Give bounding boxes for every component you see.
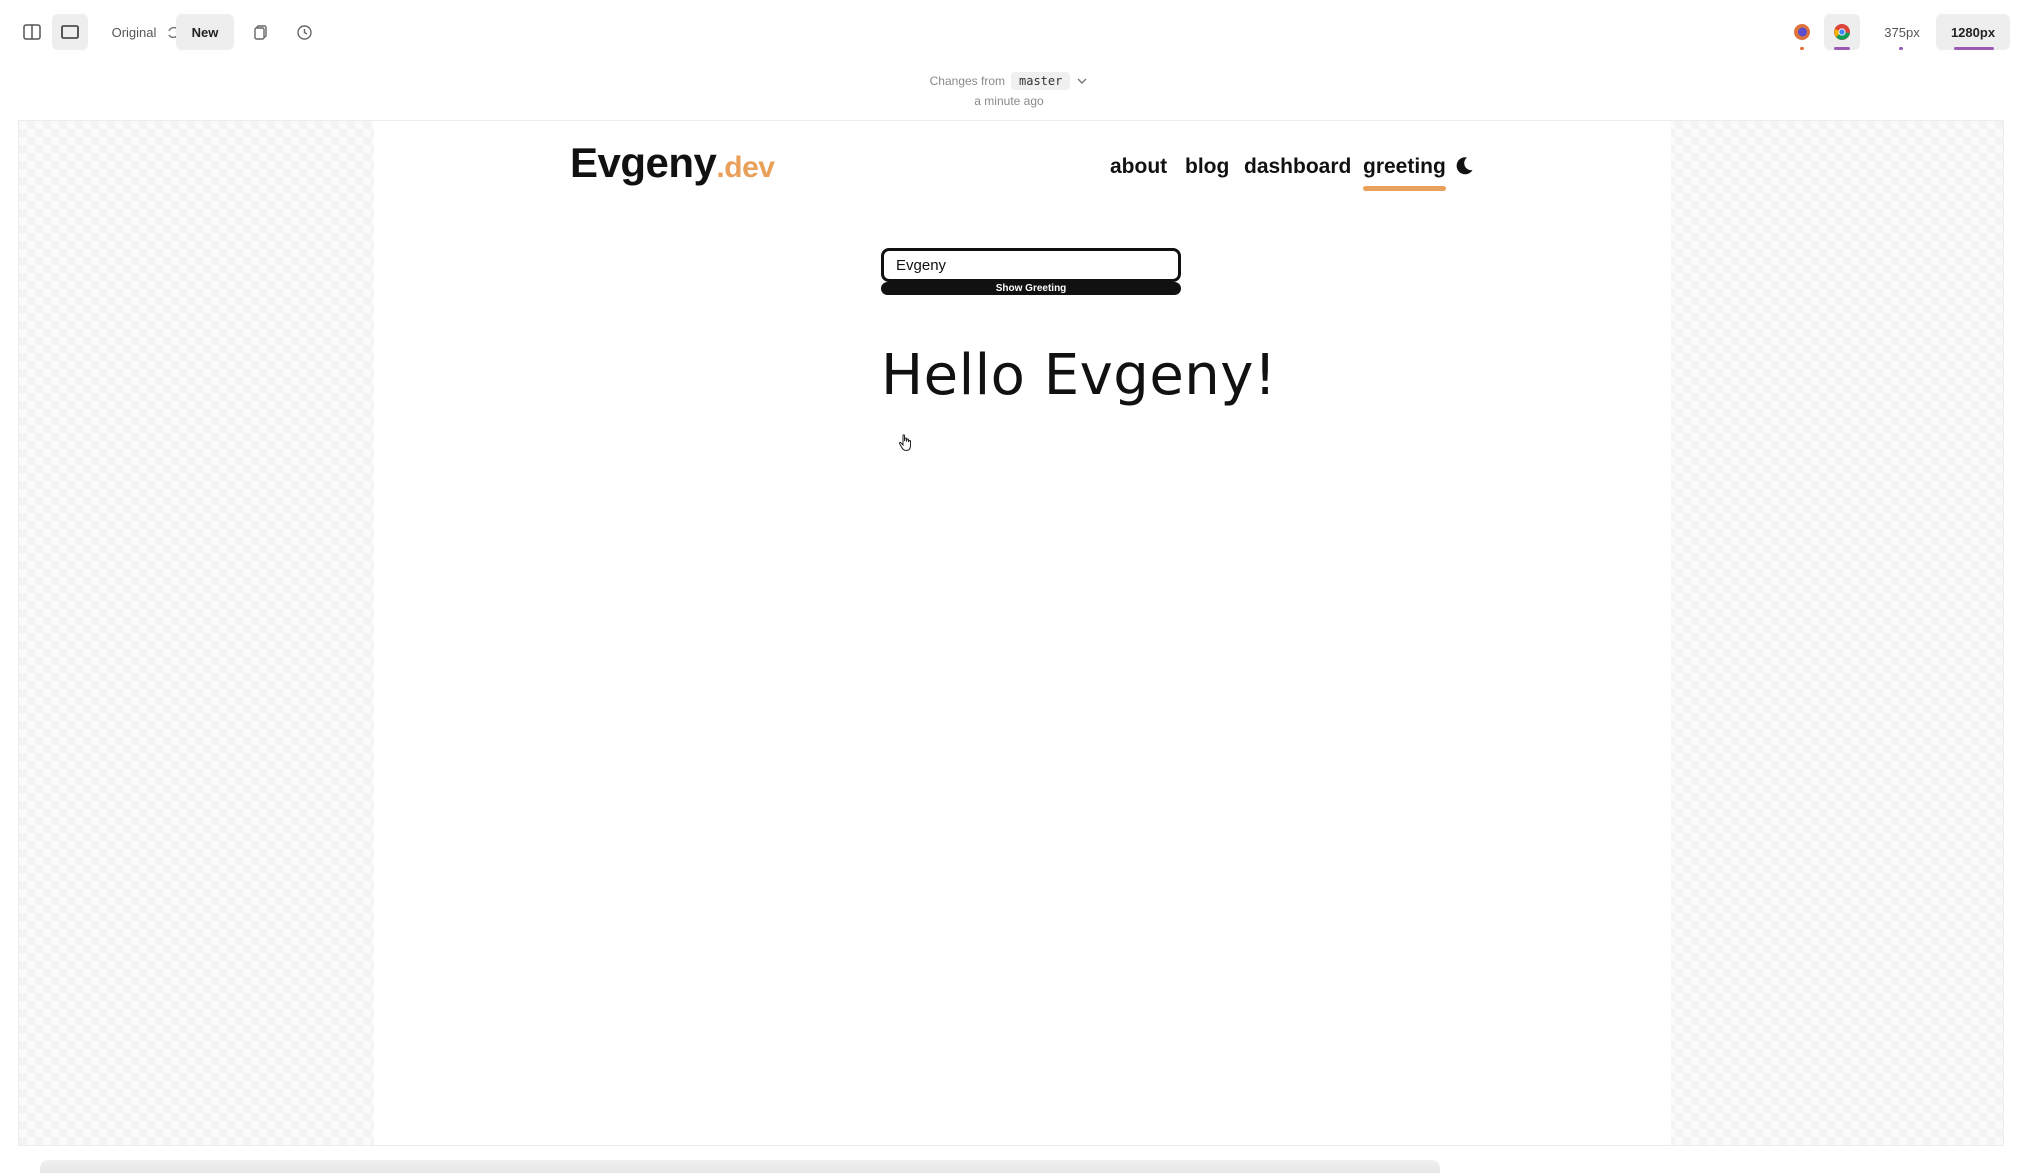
name-input[interactable] bbox=[881, 248, 1181, 282]
nav-about[interactable]: about bbox=[1110, 155, 1167, 189]
history-icon bbox=[296, 24, 312, 40]
nav-dashboard[interactable]: dashboard bbox=[1244, 155, 1351, 189]
split-view-button[interactable] bbox=[16, 14, 48, 50]
page-viewport: Evgeny.dev about blog dashboard greeting… bbox=[374, 121, 1671, 1145]
nav-blog[interactable]: blog bbox=[1185, 155, 1229, 189]
changes-prefix: Changes from bbox=[929, 74, 1005, 88]
site-nav: about blog dashboard greeting bbox=[374, 155, 1671, 195]
toolbar: Original New 375px 1280px bbox=[0, 0, 2018, 56]
hand-cursor-icon bbox=[898, 434, 911, 452]
moon-icon[interactable] bbox=[1453, 155, 1475, 177]
nav-greeting[interactable]: greeting bbox=[1363, 155, 1446, 191]
bottom-bar bbox=[40, 1160, 1440, 1173]
firefox-icon bbox=[1794, 24, 1810, 40]
copy-icon bbox=[254, 25, 267, 40]
single-view-icon bbox=[61, 25, 79, 39]
history-button[interactable] bbox=[290, 14, 318, 50]
viewport-1280-indicator bbox=[1954, 47, 1994, 50]
chrome-browser-button[interactable] bbox=[1824, 14, 1860, 50]
firefox-indicator bbox=[1800, 47, 1804, 50]
viewport-1280-label: 1280px bbox=[1950, 24, 1996, 40]
chevron-down-icon[interactable] bbox=[1076, 75, 1088, 87]
greeting-text: Hello Evgeny! bbox=[881, 343, 1277, 408]
viewport-1280-button[interactable]: 1280px bbox=[1936, 14, 2010, 50]
show-greeting-button[interactable]: Show Greeting bbox=[881, 282, 1181, 295]
change-time: a minute ago bbox=[974, 94, 1044, 108]
viewport-375-label: 375px bbox=[1884, 24, 1920, 40]
new-tab[interactable]: New bbox=[176, 14, 234, 50]
chrome-indicator bbox=[1834, 47, 1850, 50]
original-tab[interactable]: Original bbox=[104, 14, 164, 50]
split-view-icon bbox=[23, 24, 41, 40]
viewport-375-indicator bbox=[1899, 47, 1903, 50]
chrome-icon bbox=[1834, 24, 1850, 40]
single-view-button[interactable] bbox=[52, 14, 88, 50]
original-label: Original bbox=[111, 24, 157, 40]
copy-button[interactable] bbox=[247, 14, 275, 50]
firefox-browser-button[interactable] bbox=[1788, 14, 1816, 50]
changes-header: Changes from master a minute ago bbox=[0, 70, 2018, 108]
viewport-375-button[interactable]: 375px bbox=[1876, 14, 1928, 50]
new-label: New bbox=[191, 24, 219, 40]
branch-name[interactable]: master bbox=[1011, 72, 1071, 90]
preview-frame: Evgeny.dev about blog dashboard greeting… bbox=[18, 120, 2004, 1146]
